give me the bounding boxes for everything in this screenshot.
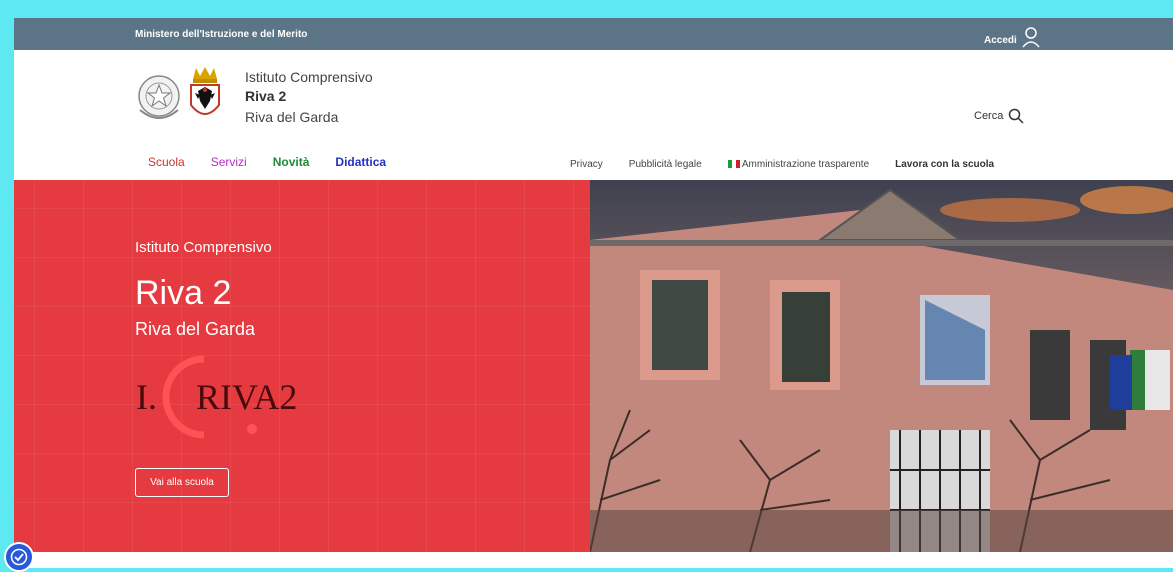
trentino-crest-icon: [190, 67, 220, 115]
ministry-link[interactable]: Ministero dell'Istruzione e del Merito: [135, 29, 307, 40]
main-navigation: Scuola Servizi Novità Didattica: [148, 155, 386, 169]
user-icon: [1022, 27, 1040, 48]
institute-city: Riva del Garda: [245, 109, 339, 125]
search-label: Cerca: [974, 110, 1004, 122]
top-bar: Ministero dell'Istruzione e del Merito A…: [14, 18, 1173, 50]
hero-city: Riva del Garda: [135, 319, 256, 339]
search-icon: [1009, 108, 1024, 124]
logo-text-right: RIVA2: [196, 377, 297, 417]
hero-panel: Istituto Comprensivo Riva 2 Riva del Gar…: [14, 180, 590, 552]
school-building-image: [590, 180, 1173, 552]
nav-item-didattica[interactable]: Didattica: [335, 155, 386, 169]
nav-legal[interactable]: Pubblicità legale: [629, 159, 702, 170]
browser-page: Ministero dell'Istruzione e del Merito A…: [14, 18, 1173, 568]
site-header: Istituto Comprensivo Riva 2 Riva del Gar…: [14, 50, 1173, 180]
republic-emblem-icon: [138, 75, 180, 119]
nav-work[interactable]: Lavora con la scuola: [895, 159, 994, 170]
content-area: [14, 552, 1173, 568]
nav-item-servizi[interactable]: Servizi: [211, 155, 247, 169]
search-button[interactable]: Cerca: [974, 108, 1024, 124]
login-label: Accedi: [984, 34, 1017, 46]
login-button[interactable]: Accedi: [984, 27, 1041, 51]
secondary-navigation: Privacy Pubblicità legale Amministrazion…: [570, 159, 994, 170]
nav-transparency-label: Amministrazione trasparente: [741, 159, 870, 170]
institute-name[interactable]: Riva 2: [245, 88, 286, 104]
institute-type: Istituto Comprensivo: [245, 69, 373, 85]
accessibility-button[interactable]: [4, 542, 34, 572]
school-logo: I. RIVA2: [136, 355, 297, 439]
nav-transparency[interactable]: Amministrazione trasparente: [727, 159, 870, 170]
school-photo: [590, 180, 1173, 552]
hero-subtitle: Istituto Comprensivo: [135, 239, 272, 256]
hero-title: Riva 2: [135, 274, 232, 312]
accessibility-icon: [10, 548, 28, 566]
nav-item-novita[interactable]: Novità: [273, 155, 310, 169]
logo-text-left: I.: [136, 377, 157, 417]
go-to-school-button[interactable]: Vai alla scuola: [135, 468, 229, 497]
italy-flag-icon: [727, 159, 740, 170]
nav-privacy[interactable]: Privacy: [570, 159, 603, 170]
nav-item-scuola[interactable]: Scuola: [148, 155, 185, 169]
